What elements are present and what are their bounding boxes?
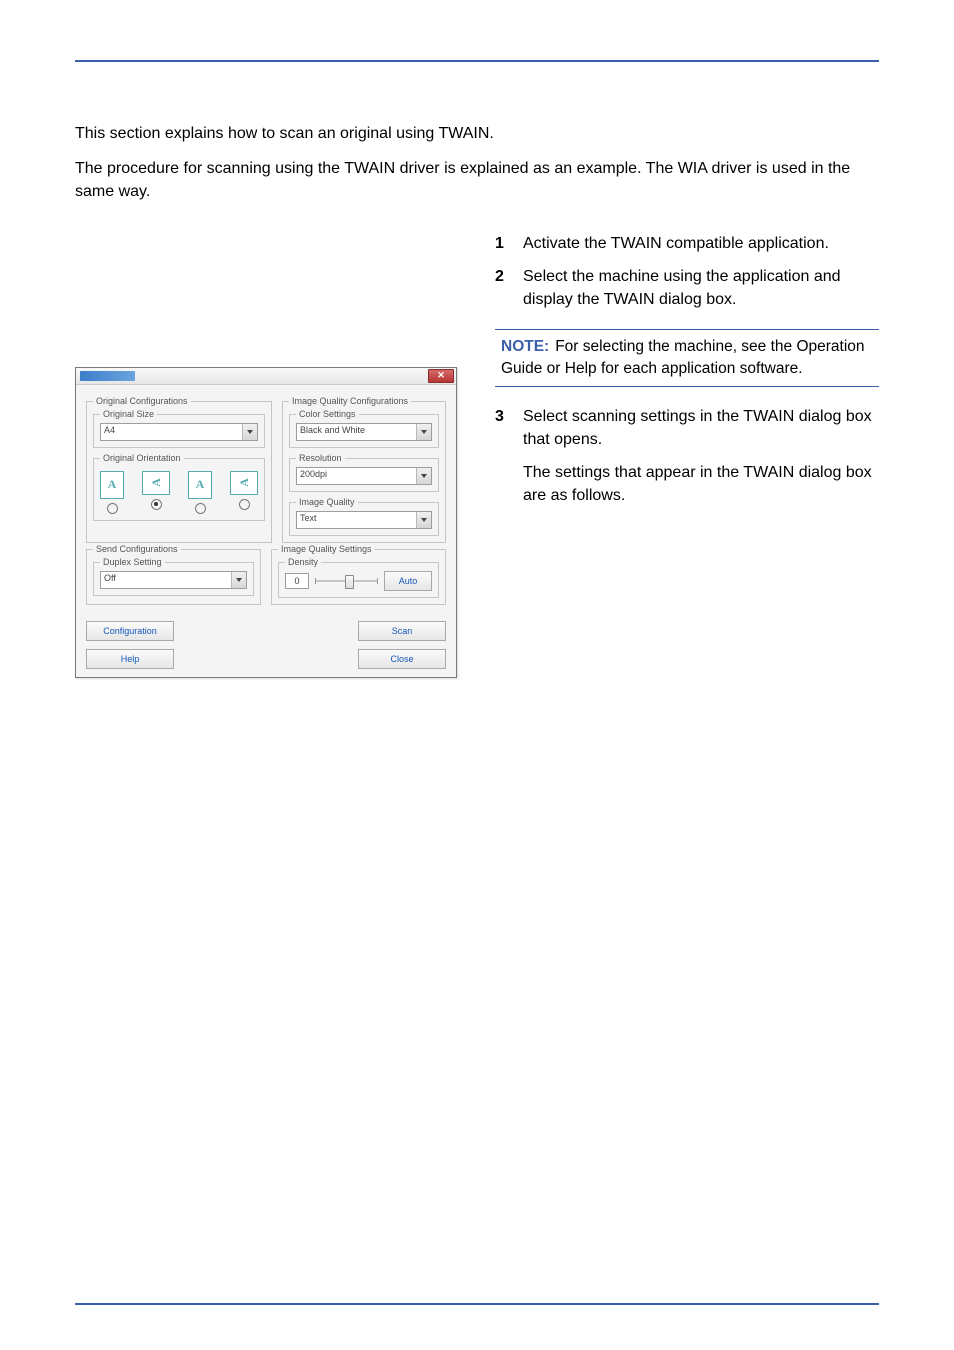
group-resolution: Resolution 200dpi	[289, 458, 439, 492]
color-value: Black and White	[297, 424, 416, 440]
header-rule	[75, 60, 879, 62]
orientation-radio-4[interactable]	[239, 499, 250, 510]
label-color: Color Settings	[296, 409, 359, 419]
orientation-option-1[interactable]: A	[100, 471, 124, 514]
label-send-conf: Send Configurations	[93, 544, 181, 554]
orientation-option-2[interactable]: A	[142, 471, 170, 514]
group-image-quality: Image Quality Text	[289, 502, 439, 536]
intro-p2: The procedure for scanning using the TWA…	[75, 157, 879, 203]
chevron-down-icon	[416, 424, 431, 440]
note-text: For selecting the machine, see the Opera…	[501, 338, 865, 377]
orientation-option-3[interactable]: A	[188, 471, 212, 514]
intro-p1: This section explains how to scan an ori…	[75, 122, 879, 145]
scan-button[interactable]: Scan	[358, 621, 446, 641]
orientation-radio-3[interactable]	[195, 503, 206, 514]
group-send-configurations: Send Configurations Duplex Setting Off	[86, 549, 261, 605]
original-size-value: A4	[101, 424, 242, 440]
note-label: NOTE:	[501, 338, 549, 355]
help-button[interactable]: Help	[86, 649, 174, 669]
orientation-option-4[interactable]: A	[230, 471, 258, 514]
group-color-settings: Color Settings Black and White	[289, 414, 439, 448]
resolution-value: 200dpi	[297, 468, 416, 484]
chevron-down-icon	[231, 572, 246, 588]
orientation-portrait-top-icon: A	[100, 471, 124, 499]
orientation-radio-2[interactable]	[151, 499, 162, 510]
configuration-button[interactable]: Configuration	[86, 621, 174, 641]
chevron-down-icon	[242, 424, 257, 440]
dialog-titlebar: ✕	[76, 368, 456, 385]
label-original-orientation: Original Orientation	[100, 453, 184, 463]
step-2-num: 2	[495, 265, 523, 311]
label-density: Density	[285, 557, 321, 567]
density-slider[interactable]	[315, 580, 378, 582]
close-button[interactable]: Close	[358, 649, 446, 669]
chevron-down-icon	[416, 512, 431, 528]
group-image-quality-settings: Image Quality Settings Density 0 Auto	[271, 549, 446, 605]
group-image-quality-configurations: Image Quality Configurations Color Setti…	[282, 401, 446, 543]
step-3: 3 Select scanning settings in the TWAIN …	[495, 405, 879, 451]
step-3b-text: The settings that appear in the TWAIN di…	[523, 461, 879, 507]
group-original-configurations: Original Configurations Original Size A4…	[86, 401, 272, 543]
step-1-num: 1	[495, 232, 523, 255]
group-density: Density 0 Auto	[278, 562, 439, 598]
label-original-configurations: Original Configurations	[93, 396, 191, 406]
image-quality-value: Text	[297, 512, 416, 528]
step-3-text: Select scanning settings in the TWAIN di…	[523, 405, 879, 451]
twain-dialog: ✕ Original Configurations Original Size …	[75, 367, 457, 678]
duplex-value: Off	[101, 572, 231, 588]
group-original-orientation: Original Orientation A A	[93, 458, 265, 521]
orientation-landscape-left-icon: A	[230, 471, 258, 495]
label-iq-conf: Image Quality Configurations	[289, 396, 411, 406]
label-image-quality: Image Quality	[296, 497, 358, 507]
step-3-num: 3	[495, 405, 523, 451]
step-2: 2 Select the machine using the applicati…	[495, 265, 879, 311]
step-1: 1 Activate the TWAIN compatible applicat…	[495, 232, 879, 255]
density-value: 0	[285, 573, 309, 589]
label-iq-settings: Image Quality Settings	[278, 544, 375, 554]
note: NOTE:For selecting the machine, see the …	[495, 329, 879, 386]
group-duplex: Duplex Setting Off	[93, 562, 254, 596]
orientation-landscape-top-icon: A	[142, 471, 170, 495]
orientation-portrait-left-icon: A	[188, 471, 212, 499]
image-quality-select[interactable]: Text	[296, 511, 432, 529]
original-size-select[interactable]: A4	[100, 423, 258, 441]
footer-rule	[75, 1303, 879, 1305]
duplex-select[interactable]: Off	[100, 571, 247, 589]
label-duplex: Duplex Setting	[100, 557, 165, 567]
label-original-size: Original Size	[100, 409, 157, 419]
color-select[interactable]: Black and White	[296, 423, 432, 441]
resolution-select[interactable]: 200dpi	[296, 467, 432, 485]
label-resolution: Resolution	[296, 453, 345, 463]
step-2-text: Select the machine using the application…	[523, 265, 879, 311]
group-original-size: Original Size A4	[93, 414, 265, 448]
chevron-down-icon	[416, 468, 431, 484]
orientation-radio-1[interactable]	[107, 503, 118, 514]
auto-button[interactable]: Auto	[384, 571, 432, 591]
step-1-text: Activate the TWAIN compatible applicatio…	[523, 232, 829, 255]
close-icon[interactable]: ✕	[428, 369, 454, 383]
app-logo-icon	[80, 371, 135, 381]
